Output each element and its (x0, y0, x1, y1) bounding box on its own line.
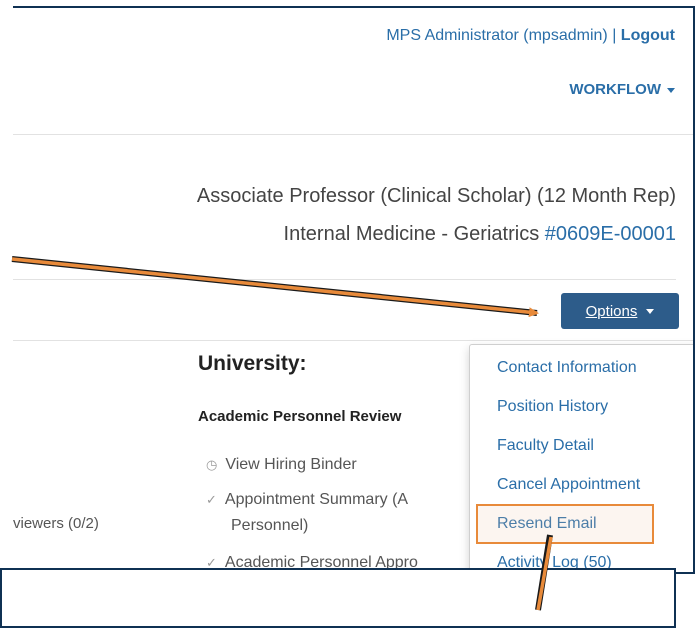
pointer-arrow-to-resend-email (536, 536, 553, 611)
pointer-arrow-to-options (11, 257, 539, 318)
annotation-arrows (11, 256, 553, 611)
